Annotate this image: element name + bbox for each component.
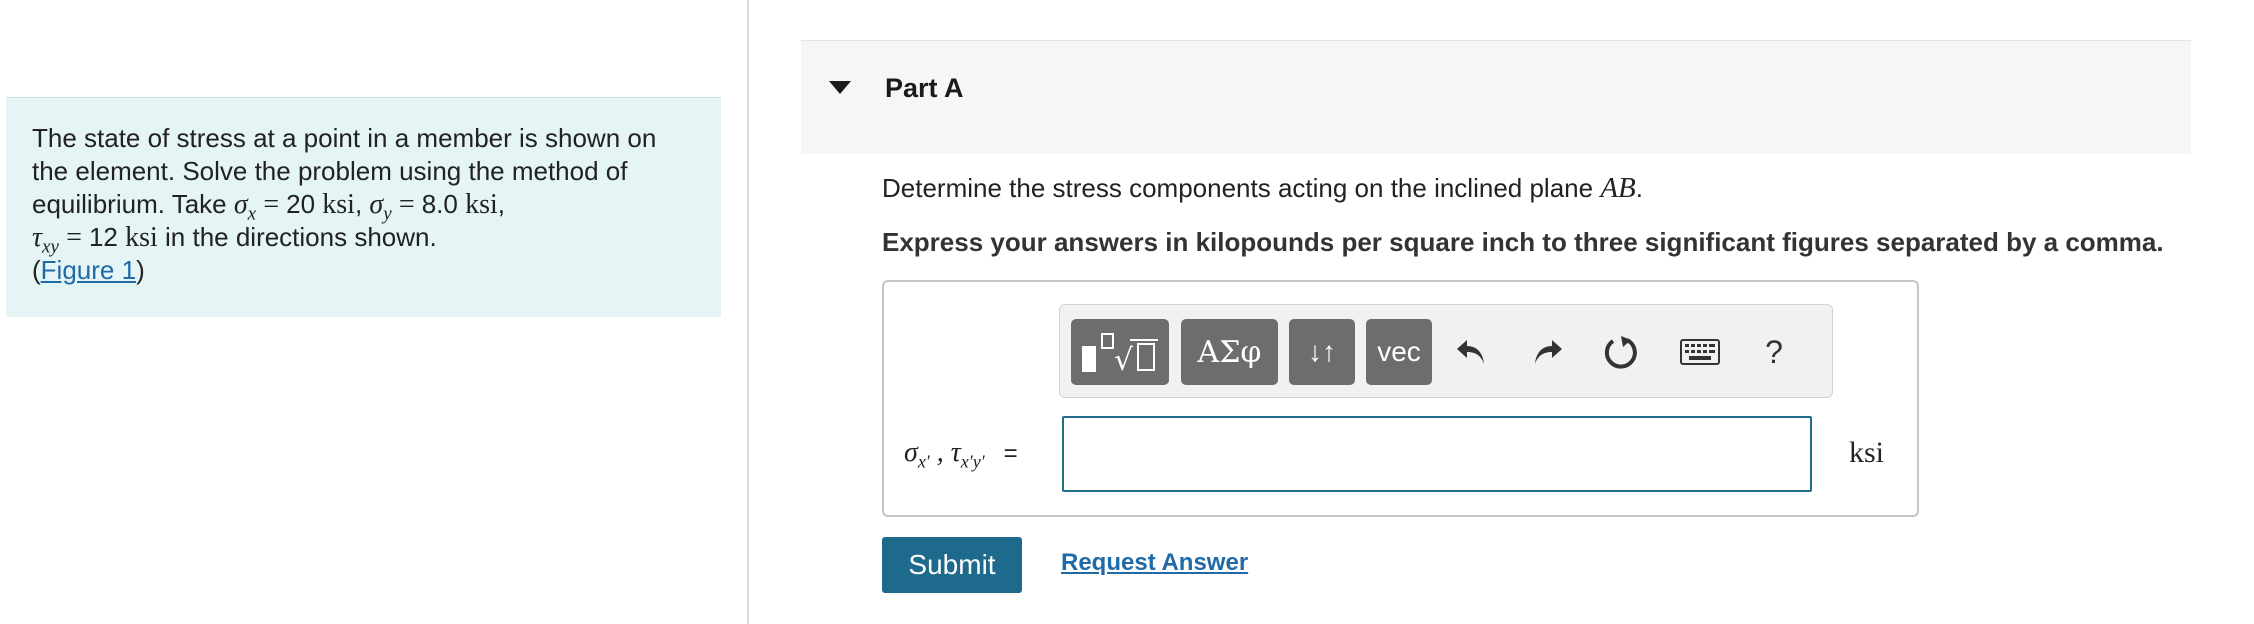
- svg-text:√: √: [1114, 343, 1134, 376]
- sigma-y-symbol: σy: [369, 189, 392, 225]
- reset-button[interactable]: [1596, 327, 1646, 377]
- sigma-y-value: 8.0: [421, 189, 458, 219]
- panel-divider: [747, 0, 749, 624]
- redo-icon: [1535, 340, 1562, 364]
- answer-instruction: Express your answers in kilopounds per s…: [882, 227, 2164, 257]
- question-prompt: Determine the stress components acting o…: [882, 173, 1601, 203]
- sigma-x-prime-symbol: σx′: [904, 437, 930, 472]
- figure-link[interactable]: Figure 1: [41, 255, 136, 285]
- answer-input[interactable]: [1062, 416, 1812, 492]
- subscript-superscript-button[interactable]: ↓↑: [1289, 319, 1355, 385]
- question-text: Determine the stress components acting o…: [882, 172, 1643, 204]
- redo-button[interactable]: [1523, 327, 1573, 377]
- sigma-x-value: 20: [286, 189, 316, 219]
- request-answer-link[interactable]: Request Answer: [1061, 549, 1248, 577]
- sigma-y-unit: ksi: [465, 189, 498, 220]
- tau-xy-unit: ksi: [125, 222, 158, 253]
- undo-icon: [1457, 340, 1484, 364]
- problem-line-4: τxy = 12 ksi in the directions shown.: [32, 222, 437, 258]
- problem-line-3-prefix: equilibrium. Take: [32, 189, 234, 219]
- reset-icon: [1604, 336, 1637, 369]
- answer-panel: √ ΑΣφ ↓↑ vec ? σx′ , τx′y′ = ksi: [882, 280, 1919, 517]
- problem-statement: The state of stress at a point in a memb…: [6, 97, 721, 317]
- equals-sign: =: [1003, 440, 1018, 467]
- tau-xy-value: 12: [88, 222, 118, 252]
- problem-line-3: equilibrium. Take σx = 20 ksi, σy = 8.0 …: [32, 189, 506, 225]
- vector-button[interactable]: vec: [1366, 319, 1432, 385]
- greek-symbols-button[interactable]: ΑΣφ: [1181, 319, 1278, 385]
- tau-xy-prime-symbol: τx′y′: [950, 437, 985, 472]
- plane-label: AB: [1600, 172, 1636, 204]
- part-title: Part A: [885, 73, 964, 103]
- tau-xy-symbol: τxy: [32, 222, 59, 258]
- submit-button[interactable]: Submit: [882, 537, 1022, 593]
- undo-button[interactable]: [1446, 327, 1496, 377]
- math-toolbar: √ ΑΣφ ↓↑ vec ?: [1059, 304, 1833, 398]
- problem-line-1: The state of stress at a point in a memb…: [32, 123, 657, 153]
- problem-line-4-suffix: in the directions shown.: [157, 222, 437, 252]
- answer-unit: ksi: [1849, 436, 1885, 469]
- keyboard-icon: [1680, 339, 1720, 365]
- sigma-x-symbol: σx: [233, 189, 257, 225]
- sigma-x-unit: ksi: [322, 189, 355, 220]
- templates-button[interactable]: √: [1071, 319, 1169, 385]
- problem-line-2: the element. Solve the problem using the…: [32, 156, 628, 186]
- templates-icon: √: [1082, 333, 1158, 376]
- help-button[interactable]: ?: [1749, 327, 1799, 377]
- part-a-header[interactable]: Part A: [801, 40, 2191, 154]
- collapse-caret-icon[interactable]: [829, 81, 851, 94]
- keyboard-button[interactable]: [1675, 327, 1725, 377]
- figure-reference: (Figure 1): [32, 255, 145, 285]
- answer-variable-label: σx′ , τx′y′ =: [904, 437, 1018, 472]
